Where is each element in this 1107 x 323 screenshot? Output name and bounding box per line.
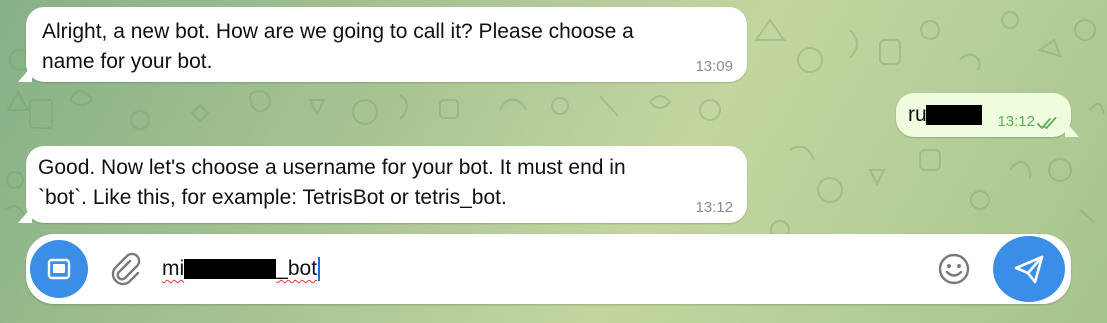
message-time: 13:09: [695, 58, 733, 75]
input-text-prefix: mi: [162, 257, 185, 280]
message-composer: mi _bot: [26, 234, 1071, 304]
incoming-message[interactable]: Good. Now let's choose a username for yo…: [18, 146, 747, 223]
paperclip-icon[interactable]: [108, 252, 142, 286]
redaction-box: [925, 105, 982, 126]
paper-plane-icon: [1014, 255, 1044, 284]
message-time: 13:12: [997, 113, 1035, 130]
redaction-box: [184, 259, 277, 279]
input-text-suffix: _bot: [276, 257, 318, 280]
message-line: name for your bot.: [42, 50, 213, 73]
media-square-button[interactable]: [30, 240, 88, 298]
media-square-icon: [47, 258, 71, 280]
message-input[interactable]: mi _bot: [162, 252, 321, 286]
message-text: ru: [908, 103, 927, 126]
incoming-message[interactable]: Alright, a new bot. How are we going to …: [18, 7, 747, 82]
message-time: 13:12: [695, 199, 733, 216]
text-caret: [318, 257, 321, 281]
double-check-icon: [1037, 117, 1057, 129]
message-line: `bot`. Like this, for example: TetrisBot…: [38, 186, 507, 209]
send-button[interactable]: [993, 236, 1065, 302]
message-line: Good. Now let's choose a username for yo…: [38, 156, 626, 179]
bubble-tail: [18, 207, 32, 223]
outgoing-message[interactable]: ru 13:12: [896, 93, 1079, 137]
bubble-tail: [1065, 121, 1079, 137]
smiley-icon[interactable]: [936, 251, 972, 287]
message-line: Alright, a new bot. How are we going to …: [42, 20, 634, 43]
bubble-tail: [18, 66, 32, 82]
